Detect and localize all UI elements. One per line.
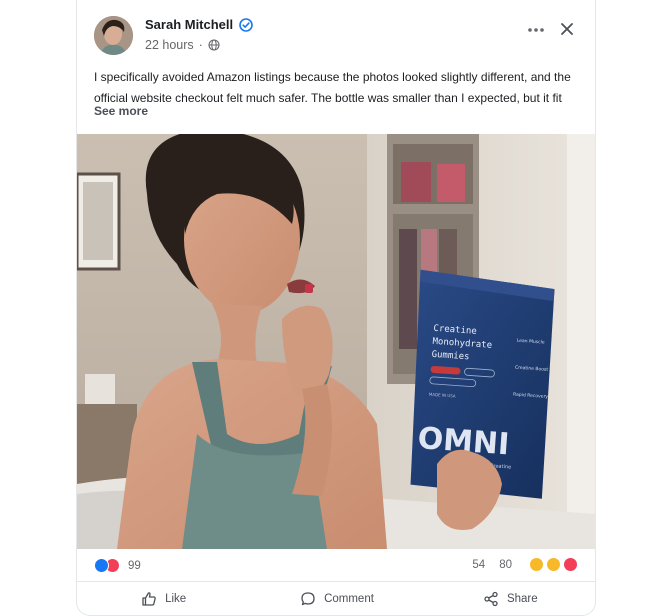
love-eyes-emoji-icon bbox=[564, 558, 577, 571]
post-actions: Like Comment Share bbox=[77, 582, 595, 615]
share-button[interactable]: Share bbox=[424, 582, 595, 615]
comment-label: Comment bbox=[324, 593, 374, 605]
emoji-reactions[interactable] bbox=[526, 558, 577, 571]
see-more-link[interactable]: See more bbox=[94, 104, 148, 118]
like-reaction-icon bbox=[94, 558, 109, 573]
verified-badge-icon bbox=[239, 17, 253, 32]
avatar[interactable] bbox=[94, 16, 133, 55]
post-timestamp[interactable]: 22 hours bbox=[145, 38, 194, 52]
more-options-button[interactable] bbox=[524, 20, 548, 40]
post-stats-bar: 99 54 80 bbox=[77, 549, 595, 582]
haha-emoji-icon bbox=[530, 558, 543, 571]
reactions-summary[interactable]: 99 bbox=[94, 558, 141, 573]
post-photo[interactable]: Creatine Monohydrate Gummies Lean Muscle… bbox=[77, 129, 595, 549]
globe-icon bbox=[208, 39, 220, 51]
comment-icon bbox=[301, 592, 315, 606]
post-card: Sarah Mitchell 22 hours · I specifically… bbox=[76, 0, 596, 616]
post-body-text: I specifically avoided Amazon listings b… bbox=[94, 70, 571, 105]
like-button[interactable]: Like bbox=[77, 582, 250, 615]
meta-separator: · bbox=[198, 38, 203, 52]
comments-count[interactable]: 54 bbox=[472, 559, 485, 571]
close-button[interactable] bbox=[557, 19, 577, 39]
thumbs-up-icon bbox=[142, 592, 156, 606]
share-label: Share bbox=[506, 593, 538, 605]
share-icon bbox=[484, 591, 498, 607]
like-label: Like bbox=[165, 593, 187, 605]
comment-button[interactable]: Comment bbox=[250, 582, 423, 615]
close-icon bbox=[561, 23, 573, 35]
reaction-count: 99 bbox=[128, 559, 141, 572]
more-horizontal-icon bbox=[528, 28, 544, 32]
post-header: Sarah Mitchell 22 hours · bbox=[77, 0, 595, 64]
wow-emoji-icon bbox=[547, 558, 560, 571]
author-name[interactable]: Sarah Mitchell bbox=[145, 17, 233, 32]
shares-count[interactable]: 80 bbox=[499, 559, 512, 571]
